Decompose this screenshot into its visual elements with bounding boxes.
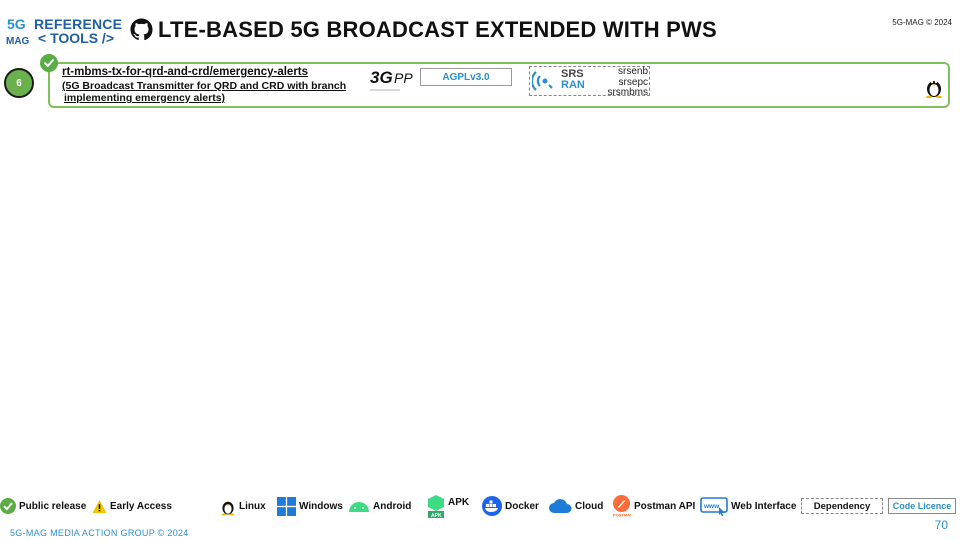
legend-cloud: Cloud bbox=[548, 496, 603, 516]
footer-copyright: 5G-MAG MEDIA ACTION GROUP © 2024 bbox=[10, 528, 189, 538]
legend-code-licence: Code Licence bbox=[888, 498, 956, 514]
warning-icon bbox=[92, 499, 107, 513]
public-release-icon bbox=[0, 498, 16, 514]
legend-label: Early Access bbox=[110, 500, 172, 512]
project-number-badge: 6 bbox=[4, 68, 34, 98]
linux-icon bbox=[926, 80, 942, 98]
windows-icon bbox=[277, 496, 296, 516]
android-icon bbox=[349, 502, 369, 512]
legend-label: APK bbox=[448, 496, 470, 508]
legend-label: Docker bbox=[505, 500, 539, 512]
logo-text-tools: < TOOLS /> bbox=[38, 30, 114, 46]
svg-text:POSTMAN: POSTMAN bbox=[613, 513, 631, 518]
5g-mag-logo-icon: 5G MAG bbox=[6, 16, 30, 47]
dependency-list: srsenb srsepc srsmbms bbox=[600, 66, 648, 99]
cloud-icon bbox=[549, 499, 572, 513]
description-line-2-text: implementing emergency alerts) bbox=[64, 92, 226, 104]
dependency-item: srsmbms bbox=[607, 87, 648, 98]
legend-windows: Windows bbox=[277, 496, 343, 516]
github-icon bbox=[130, 18, 153, 41]
legend-postman: POSTMAN Postman API bbox=[612, 494, 695, 518]
page-title: LTE-BASED 5G BROADCAST EXTENDED WITH PWS bbox=[158, 17, 717, 42]
reference-tools-logo: 5G MAG REFERENCE < TOOLS /> bbox=[6, 15, 122, 47]
repository-description: (5G Broadcast Transmitter for QRD and CR… bbox=[62, 80, 362, 104]
legend-label: Cloud bbox=[575, 500, 604, 512]
dependency-item: srsenb bbox=[617, 66, 648, 77]
legend-dependency: Dependency bbox=[801, 498, 883, 514]
description-line-2: implementing emergency alerts) bbox=[62, 92, 362, 104]
svg-text:www: www bbox=[703, 503, 720, 510]
repository-link[interactable]: rt-mbms-tx-for-qrd-and-crd/emergency-ale… bbox=[62, 66, 308, 78]
legend-label: Linux bbox=[239, 500, 266, 512]
legend-label: Windows bbox=[299, 500, 343, 512]
public-release-check-icon bbox=[40, 54, 58, 72]
web-interface-icon: www bbox=[700, 497, 728, 516]
svg-text:PP: PP bbox=[394, 70, 413, 86]
srsran-logo-icon bbox=[532, 71, 553, 91]
description-line-1: (5G Broadcast Transmitter for QRD and CR… bbox=[62, 80, 347, 92]
page-number: 70 bbox=[934, 518, 948, 532]
linux-icon bbox=[221, 501, 235, 515]
legend-label: Android bbox=[373, 500, 412, 512]
svg-text:3G: 3G bbox=[370, 68, 393, 87]
docker-icon bbox=[482, 496, 502, 516]
legend-android: Android bbox=[348, 496, 411, 516]
legend-label: Postman API bbox=[634, 500, 696, 512]
legend-public-release: Public release bbox=[0, 496, 86, 516]
header-copyright: 5G-MAG © 2024 bbox=[892, 18, 952, 27]
legend-early-access: Early Access bbox=[92, 496, 172, 516]
svg-text:MAG: MAG bbox=[6, 36, 30, 47]
srsran-logo-text: SRS RAN bbox=[561, 69, 585, 91]
svg-text:APK: APK bbox=[431, 513, 442, 518]
postman-icon: POSTMAN bbox=[613, 495, 631, 518]
apk-icon: APK bbox=[428, 495, 444, 518]
licence-badge[interactable]: AGPLv3.0 bbox=[420, 68, 512, 86]
3gpp-logo-icon: 3G PP bbox=[370, 68, 413, 91]
legend-web: www Web Interface bbox=[700, 496, 796, 516]
legend-label: Public release bbox=[19, 500, 87, 512]
legend-apk: APK APK bbox=[427, 494, 469, 518]
ran-label: RAN bbox=[561, 79, 585, 91]
svg-text:5G: 5G bbox=[7, 16, 26, 32]
legend-linux: Linux bbox=[220, 496, 266, 516]
legend-label: Web Interface bbox=[731, 500, 797, 512]
legend-docker: Docker bbox=[482, 496, 539, 516]
